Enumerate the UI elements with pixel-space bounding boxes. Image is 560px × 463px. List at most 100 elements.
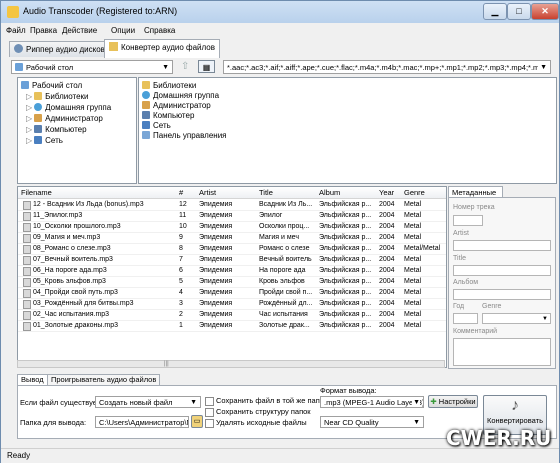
- menu-edit[interactable]: Правка: [30, 26, 57, 35]
- table-cell: Эпидемия: [199, 234, 233, 241]
- list-item[interactable]: Библиотеки: [142, 81, 196, 91]
- location-combo[interactable]: Рабочий стол ▼: [11, 60, 173, 74]
- table-cell: 2004: [379, 201, 395, 208]
- table-cell: Эльфийская р...: [319, 223, 372, 230]
- tab-audio-converter[interactable]: Конвертер аудио файлов: [104, 39, 220, 58]
- menu-bar: Файл Правка Действие Опции Справка: [1, 24, 559, 38]
- output-folder-input[interactable]: C:\Users\Администратор\Mus: [95, 416, 189, 428]
- table-cell: 2004: [379, 256, 395, 263]
- menu-help[interactable]: Справка: [144, 26, 175, 35]
- same-folder-checkbox[interactable]: [205, 397, 214, 406]
- music-note-icon: ♪: [511, 397, 519, 414]
- title-field[interactable]: [453, 265, 551, 276]
- tab-output[interactable]: Вывод: [17, 374, 48, 385]
- maximize-button[interactable]: □: [507, 3, 531, 20]
- table-cell: 06_На пороге ада.mp3: [33, 267, 107, 274]
- col-filename[interactable]: Filename: [21, 188, 52, 197]
- track-field[interactable]: [453, 215, 483, 226]
- settings-button[interactable]: ✚ Настройки: [428, 395, 478, 408]
- table-cell: Metal: [404, 278, 422, 285]
- table-row[interactable]: 01_Золотые драконы.mp3 1 Эпидемия Золотые д…: [18, 320, 446, 332]
- chevron-down-icon: ▼: [412, 397, 420, 407]
- chevron-down-icon: ▼: [542, 316, 548, 322]
- tree-item-homegroup[interactable]: ▷ Домашняя группа: [26, 103, 111, 113]
- list-item[interactable]: Панель управления: [142, 131, 227, 141]
- tree-item-label: Компьютер: [45, 125, 87, 134]
- close-button[interactable]: ✕: [531, 3, 559, 20]
- audio-file-icon: [23, 300, 31, 309]
- list-item[interactable]: Компьютер: [142, 111, 194, 121]
- artist-field[interactable]: [453, 240, 551, 251]
- list-item[interactable]: Сеть: [142, 121, 171, 131]
- menu-file[interactable]: Файл: [6, 26, 26, 35]
- table-cell: 2004: [379, 311, 395, 318]
- tree-item-network[interactable]: ▷ Сеть: [26, 136, 63, 146]
- comment-field[interactable]: [453, 338, 551, 366]
- album-label: Альбом: [453, 279, 479, 286]
- app-window: Audio Transcoder (Registered to:ARN) ▁ □…: [0, 0, 560, 463]
- table-cell: Золотые драк...: [259, 322, 310, 329]
- table-cell: 10: [179, 223, 187, 230]
- app-icon: [7, 6, 19, 18]
- quality-value: Near CD Quality: [324, 418, 379, 427]
- tree-item-libraries[interactable]: ▷ Библиотеки: [26, 92, 89, 102]
- file-exists-combo[interactable]: Создать новый файл ▼: [95, 396, 201, 408]
- cd-icon: [14, 44, 23, 53]
- watermark-logo: CWER.RU: [446, 426, 552, 450]
- keep-structure-checkbox[interactable]: [205, 408, 214, 417]
- menu-action[interactable]: Действие: [62, 26, 97, 35]
- horizontal-scrollbar[interactable]: |||: [17, 360, 445, 368]
- desktop-icon: [21, 81, 29, 89]
- table-cell: 1: [179, 322, 183, 329]
- tab-cd-ripper[interactable]: Риппер аудио дисков: [9, 41, 110, 57]
- col-year[interactable]: Year: [379, 188, 394, 197]
- table-cell: Эпидемия: [199, 278, 233, 285]
- table-cell: Эпидемия: [199, 245, 233, 252]
- tree-item-computer[interactable]: ▷ Компьютер: [26, 125, 87, 135]
- tree-item-admin[interactable]: ▷ Администратор: [26, 114, 103, 124]
- homegroup-icon: [142, 91, 150, 99]
- same-folder-label: Сохранить файл в той же папке: [216, 396, 328, 405]
- delete-source-checkbox[interactable]: [205, 419, 214, 428]
- table-cell: 02_Час испытания.mp3: [33, 311, 110, 318]
- file-filter-combo[interactable]: *.aac;*.ac3;*.aif;*.aiff;*.ape;*.cue;*.f…: [223, 60, 551, 74]
- col-genre[interactable]: Genre: [404, 188, 425, 197]
- table-cell: 04_Пройди свой путь.mp3: [33, 289, 118, 296]
- col-artist[interactable]: Artist: [199, 188, 216, 197]
- table-cell: 07_Вечный воитель.mp3: [33, 256, 113, 263]
- list-item[interactable]: Домашняя группа: [142, 91, 219, 101]
- year-field[interactable]: [453, 313, 478, 324]
- album-field[interactable]: [453, 289, 551, 300]
- list-item[interactable]: Администратор: [142, 101, 211, 111]
- audio-file-icon: [23, 278, 31, 287]
- table-cell: Осколки проц...: [259, 223, 310, 230]
- tree-root[interactable]: Рабочий стол: [21, 81, 82, 91]
- tree-root-label: Рабочий стол: [32, 81, 83, 90]
- tab-audio-player[interactable]: Проигрыватель аудио файлов: [47, 374, 161, 385]
- table-cell: На пороге ада: [259, 267, 306, 274]
- audio-file-icon: [23, 267, 31, 276]
- quality-combo[interactable]: Near CD Quality ▼: [320, 416, 424, 428]
- table-cell: 4: [179, 289, 183, 296]
- browse-folder-button[interactable]: ▭: [191, 415, 203, 428]
- col-album[interactable]: Album: [319, 188, 340, 197]
- col-title[interactable]: Title: [259, 188, 273, 197]
- view-mode-button[interactable]: ▦: [198, 60, 215, 73]
- folder-icon: ▭: [193, 418, 201, 425]
- up-folder-icon[interactable]: ⇧: [181, 61, 192, 72]
- table-cell: Эльфийская р...: [319, 267, 372, 274]
- table-cell: Эльфийская р...: [319, 278, 372, 285]
- col-number[interactable]: #: [179, 188, 183, 197]
- network-icon: [142, 121, 150, 129]
- genre-combo[interactable]: ▼: [482, 313, 551, 324]
- table-cell: Вечный воитель: [259, 256, 312, 263]
- minimize-button[interactable]: ▁: [483, 3, 507, 20]
- output-format-combo[interactable]: .mp3 (MPEG-1 Audio Layer 3) ▼: [320, 396, 424, 408]
- menu-options[interactable]: Опции: [111, 26, 135, 35]
- metadata-form: Номер трека Artist Title Альбом Год Genr…: [448, 197, 556, 369]
- location-value: Рабочий стол: [26, 63, 74, 72]
- window-title: Audio Transcoder (Registered to:ARN): [23, 6, 178, 16]
- table-cell: 2004: [379, 278, 395, 285]
- table-cell: 7: [179, 256, 183, 263]
- delete-source-label: Удалять исходные файлы: [216, 418, 307, 427]
